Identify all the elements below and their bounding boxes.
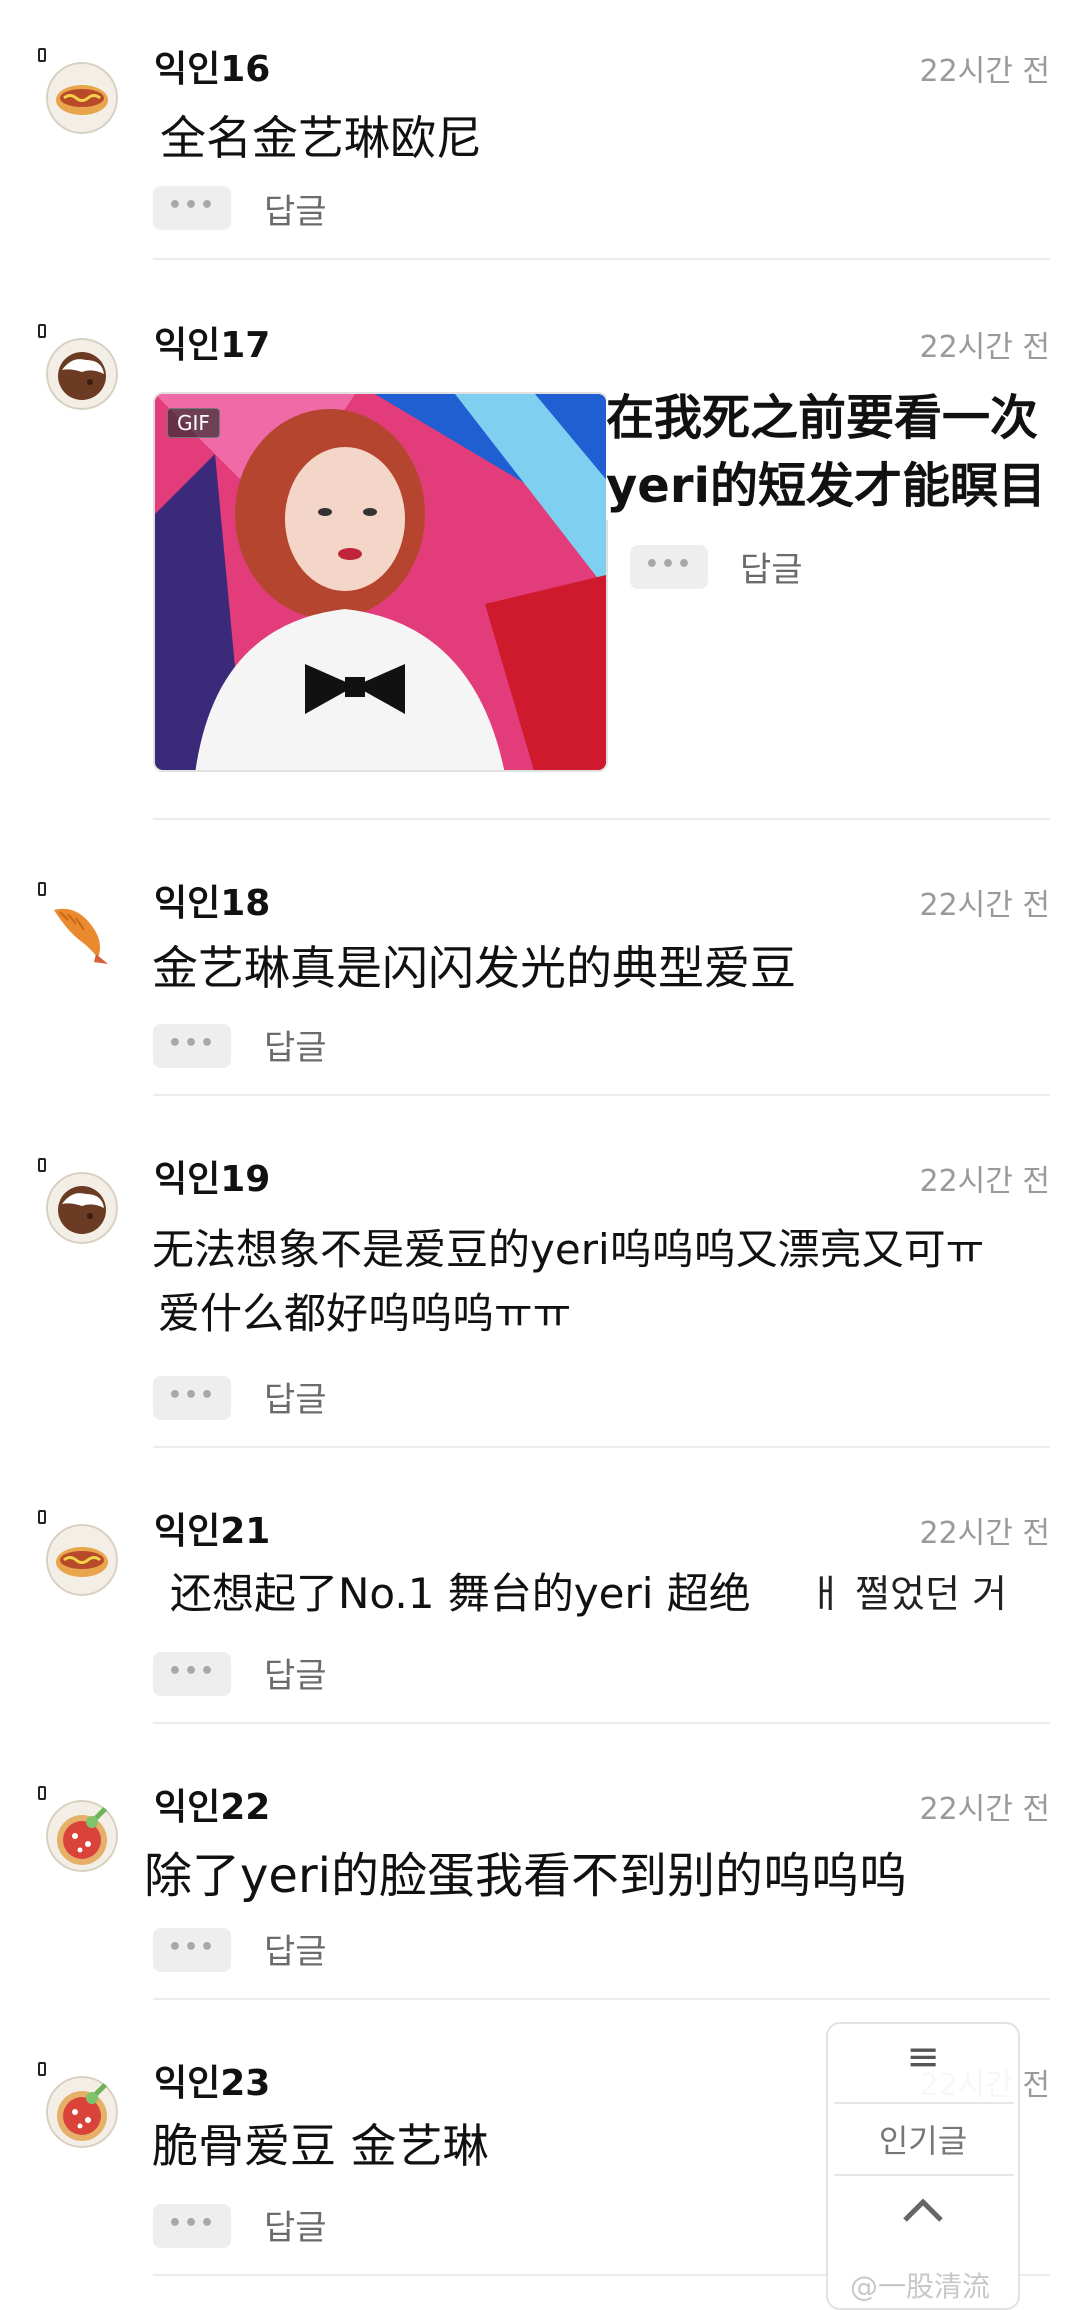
comment-time: 22시간 전 — [919, 1792, 1050, 1827]
reply-button[interactable]: 답글 — [264, 1372, 327, 1421]
comment-nickname: 익인16 — [154, 49, 271, 90]
comment-text: 还想起了No.1 舞台的yeri 超绝 — [170, 1560, 751, 1628]
comment-text: 金艺琳真是闪闪发光的典型爱豆 — [152, 934, 796, 1002]
comment-divider — [153, 1998, 1050, 2000]
rice-avatar-icon[interactable] — [46, 1172, 118, 1244]
reply-button[interactable]: 답글 — [264, 1020, 327, 1069]
hotdog-avatar-icon[interactable] — [46, 62, 118, 134]
gif-badge: GIF — [167, 408, 220, 438]
comment-divider — [153, 818, 1050, 820]
menu-separator — [834, 2102, 1014, 2104]
more-options-button[interactable]: ••• — [153, 1928, 231, 1972]
comment-text-line1: 在我死之前要看一次 — [606, 384, 1039, 452]
chevron-up-icon[interactable] — [828, 2196, 1018, 2228]
comment-item: 익인23 22시간 전 脆骨爱豆 金艺琳 ••• 답글 — [0, 0, 1080, 2276]
gif-image[interactable]: GIF — [153, 392, 608, 772]
reply-button[interactable]: 답글 — [264, 1924, 327, 1973]
comment-marker — [38, 324, 46, 338]
hotdog-avatar-icon[interactable] — [46, 1524, 118, 1596]
comment-time: 22시간 전 — [919, 330, 1050, 365]
more-options-button[interactable]: ••• — [153, 1652, 231, 1696]
comment-marker — [38, 1158, 46, 1172]
comment-nickname: 익인19 — [154, 1159, 271, 1200]
more-options-button[interactable]: ••• — [153, 1024, 231, 1068]
pizza-avatar-icon[interactable] — [46, 2076, 118, 2148]
comment-nickname: 익인21 — [154, 1511, 271, 1552]
comment-marker — [38, 2062, 46, 2076]
comment-nickname: 익인17 — [154, 325, 271, 366]
reply-button[interactable]: 답글 — [740, 542, 803, 591]
rice-avatar-icon[interactable] — [46, 338, 118, 410]
more-options-button[interactable]: ••• — [153, 186, 231, 230]
comment-nickname: 익인18 — [154, 883, 271, 924]
comment-text-line2: 爱什么都好呜呜呜ㅠㅠ — [158, 1280, 572, 1348]
comment-time: 22시간 전 — [919, 888, 1050, 923]
pizza-avatar-icon[interactable] — [46, 1800, 118, 1872]
comment-time: 22시간 전 — [919, 54, 1050, 89]
comment-marker — [38, 882, 46, 896]
reply-button[interactable]: 답글 — [264, 1648, 327, 1697]
reply-button[interactable]: 답글 — [264, 184, 327, 233]
comment-divider — [153, 1094, 1050, 1096]
comment-divider — [153, 1446, 1050, 1448]
comment-marker — [38, 48, 46, 62]
reply-button[interactable]: 답글 — [264, 2200, 327, 2249]
comment-divider — [153, 1722, 1050, 1724]
menu-separator — [834, 2174, 1014, 2176]
comment-nickname: 익인23 — [154, 2063, 271, 2104]
comment-text: 全名金艺琳欧尼 — [160, 104, 482, 172]
comment-text-line1: 无法想象不是爱豆的yeri呜呜呜又漂亮又可ㅠ — [152, 1216, 985, 1284]
more-options-button[interactable]: ••• — [153, 2204, 231, 2248]
comment-divider — [153, 258, 1050, 260]
comment-marker — [38, 1510, 46, 1524]
comment-text-line2: yeri的短发才能瞑目 — [606, 452, 1046, 520]
more-options-button[interactable]: ••• — [630, 545, 708, 589]
comment-time: 22시간 전 — [919, 1164, 1050, 1199]
comment-marker — [38, 1786, 46, 1800]
watermark: @一股清流 — [850, 2270, 991, 2303]
comment-time: 22시간 전 — [919, 1516, 1050, 1551]
menu-icon[interactable]: ≡ — [828, 2034, 1018, 2080]
comment-text: 除了yeri的脸蛋我看不到别的呜呜呜 — [144, 1842, 908, 1910]
comment-item: 익인16 22시간 전 全名金艺琳欧尼 ••• 답글 — [0, 0, 1080, 260]
shrimp-avatar-icon[interactable] — [46, 896, 118, 968]
comment-text: 脆骨爱豆 金艺琳 — [152, 2112, 489, 2180]
more-options-button[interactable]: ••• — [153, 1376, 231, 1420]
comment-nickname: 익인22 — [154, 1787, 271, 1828]
popular-posts-button[interactable]: 인기글 — [828, 2116, 1018, 2162]
comment-text-tail: ㅐ 쩔었던 거 — [808, 1560, 1007, 1628]
